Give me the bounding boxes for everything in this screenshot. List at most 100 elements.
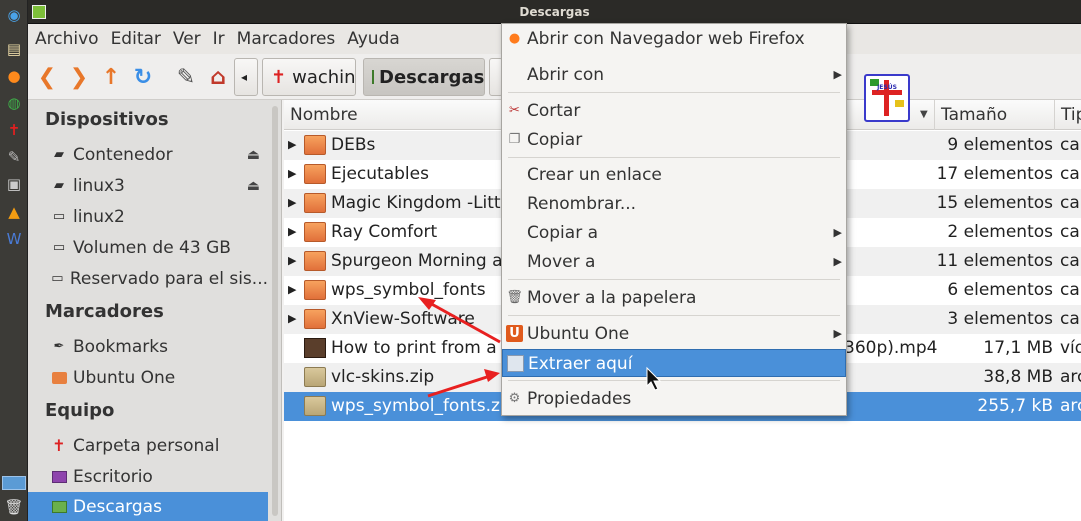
firefox-icon[interactable]: ● [3,65,25,87]
file-size: 255,7 kB [977,396,1053,416]
menu-editar[interactable]: Editar [111,29,161,49]
menu-ir[interactable]: Ir [213,29,225,49]
menu-item-label: Mover a [527,252,596,272]
menu-item-renombrar[interactable]: Renombrar... [502,190,846,218]
breadcrumb-descargas[interactable]: Descargas [363,58,485,96]
up-icon[interactable]: ↑ [98,64,124,90]
breadcrumb-wachin[interactable]: ✝ wachin [262,58,356,96]
menu-separator [508,92,840,93]
usb-drive-icon: ▰ [54,178,64,193]
menu-ver[interactable]: Ver [173,29,201,49]
menu-item-label: Extraer aquí [528,354,633,374]
cross-icon[interactable]: ✝ [3,119,25,141]
zip-file-icon [304,396,326,416]
sidebar-item-descargas[interactable]: Descargas [28,492,268,521]
menu-item-label: Copiar a [527,223,599,243]
expand-arrow-icon[interactable]: ▶ [288,254,296,267]
sidebar-section-dispositivos: Dispositivos [45,109,169,130]
menu-item-label: Renombrar... [527,194,637,214]
submenu-arrow-icon: ▶ [833,68,842,81]
menu-item-crear-enlace[interactable]: Crear un enlace [502,161,846,189]
sidebar: Dispositivos ▰ Contenedor ⏏ ▰ linux3 ⏏ ▭ li… [28,100,282,521]
sidebar-item-ubuntu-one[interactable]: Ubuntu One [28,363,268,392]
menu-item-mover-a[interactable]: Mover a ▶ [502,248,846,276]
text-editor-icon[interactable]: ✎ [3,146,25,168]
column-type[interactable]: Tip [1054,100,1081,130]
hard-drive-icon: ▭ [52,240,66,255]
file-size: 17,1 MB [983,338,1053,358]
menu-archivo[interactable]: Archivo [35,29,99,49]
sidebar-item-label: Reservado para el sis... [69,268,268,289]
sidebar-item-linux3[interactable]: ▰ linux3 ⏏ [28,171,268,200]
menu-item-copiar-a[interactable]: Copiar a ▶ [502,219,846,247]
menu-separator [508,315,840,316]
book-icon[interactable]: ▤ [3,38,25,60]
sidebar-item-volumen[interactable]: ▭ Volumen de 43 GB [28,233,268,262]
sidebar-item-linux2[interactable]: ▭ linux2 [28,202,268,231]
menu-item-cortar[interactable]: ✂ Cortar [502,97,846,125]
dash-icon[interactable]: ◉ [3,4,25,26]
chrome-icon[interactable]: ◍ [3,92,25,114]
trash-icon[interactable]: 🗑 [3,496,25,518]
edit-location-icon[interactable]: ✎ [173,64,199,90]
forward-icon[interactable]: ❯ [66,64,92,90]
folder-icon [304,135,326,155]
file-type: ca [1060,222,1080,242]
breadcrumb-scroll-left[interactable]: ◂ [234,58,258,96]
writer-icon[interactable]: W [3,228,25,250]
sidebar-item-bookmarks[interactable]: ✒ Bookmarks [28,332,268,361]
menu-item-abrir-con[interactable]: Abrir con ▶ [502,61,846,89]
file-size: 11 elementos [936,251,1053,271]
file-type: arc [1060,396,1081,416]
sidebar-item-reservado[interactable]: ▭ Reservado para el sis... [28,264,268,293]
submenu-arrow-icon: ▶ [833,226,842,239]
sidebar-item-escritorio[interactable]: Escritorio [28,462,268,491]
terminal-icon[interactable]: ▣ [3,173,25,195]
sidebar-item-label: Volumen de 43 GB [73,237,231,258]
expand-arrow-icon[interactable]: ▶ [288,225,296,238]
menu-item-mover-papelera[interactable]: 🗑 Mover a la papelera [502,284,846,312]
sidebar-item-label: Carpeta personal [73,435,220,456]
firefox-icon: ● [508,30,521,46]
home-icon[interactable]: ⌂ [205,64,231,90]
folder-icon [304,222,326,242]
file-type: ca [1060,135,1080,155]
sidebar-item-label: Ubuntu One [73,367,176,388]
workspace-switcher-icon[interactable] [2,476,26,490]
menu-marcadores[interactable]: Marcadores [237,29,336,49]
vlc-icon[interactable]: ▲ [3,201,25,223]
eject-icon[interactable]: ⏏ [247,147,260,163]
menu-item-propiedades[interactable]: ⚙ Propiedades [502,385,846,413]
column-size[interactable]: Tamaño [934,100,1054,130]
expand-arrow-icon[interactable]: ▶ [288,283,296,296]
menu-item-ubuntu-one[interactable]: U Ubuntu One ▶ [502,320,846,348]
breadcrumb-label: Descargas [379,66,485,88]
file-size: 3 elementos [947,309,1053,329]
sidebar-item-carpeta-personal[interactable]: ✝ Carpeta personal [28,431,268,460]
menu-item-extraer-aqui[interactable]: Extraer aquí [502,349,846,377]
menu-item-label: Abrir con Navegador web Firefox [527,29,805,49]
sidebar-item-label: Escritorio [73,466,153,487]
archive-extract-icon [507,355,524,372]
file-type: ca [1060,164,1080,184]
expand-arrow-icon[interactable]: ▶ [288,138,296,151]
downloads-folder-icon [50,499,68,515]
expand-arrow-icon[interactable]: ▶ [288,167,296,180]
eject-icon[interactable]: ⏏ [247,178,260,194]
menu-item-copiar[interactable]: ❐ Copiar [502,126,846,154]
file-size: 2 elementos [947,222,1053,242]
menu-item-label: Abrir con [527,65,605,85]
sidebar-item-contenedor[interactable]: ▰ Contenedor ⏏ [28,140,268,169]
menu-item-abrir-firefox[interactable]: ● Abrir con Navegador web Firefox [502,25,846,53]
expand-arrow-icon[interactable]: ▶ [288,196,296,209]
sidebar-scrollbar[interactable] [272,106,278,516]
sidebar-item-label: linux3 [73,175,125,196]
folder-icon [304,193,326,213]
gear-icon: ⚙ [508,390,521,406]
window-title: Descargas [519,5,590,19]
menu-ayuda[interactable]: Ayuda [347,29,400,49]
expand-arrow-icon[interactable]: ▶ [288,312,296,325]
file-type: ca [1060,251,1080,271]
back-icon[interactable]: ❮ [34,64,60,90]
reload-icon[interactable]: ↻ [130,64,156,90]
